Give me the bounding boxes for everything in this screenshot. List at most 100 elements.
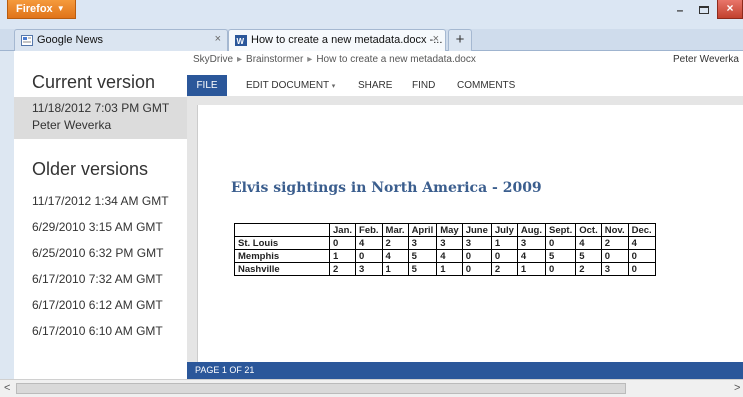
table-cell: 2 <box>381 236 409 250</box>
horizontal-scrollbar[interactable]: < > <box>0 379 743 397</box>
table-city-cell: Memphis <box>234 249 330 263</box>
find-menu[interactable]: FIND <box>412 75 435 96</box>
table-cell: 4 <box>627 236 656 250</box>
table-cell: 0 <box>600 249 629 263</box>
table-header-cell: May <box>436 223 463 237</box>
older-versions-list: 11/17/2012 1:34 AM GMT 6/29/2010 3:15 AM… <box>32 194 169 350</box>
older-version-item[interactable]: 11/17/2012 1:34 AM GMT <box>32 194 169 220</box>
breadcrumb-file: How to create a new metadata.docx <box>316 54 476 65</box>
table-cell: 0 <box>490 249 518 263</box>
table-header-cell: Nov. <box>600 223 629 237</box>
table-cell: 3 <box>436 236 463 250</box>
table-cell: 3 <box>461 236 492 250</box>
ribbon-menu: FILE EDIT DOCUMENT ▾ SHARE FIND COMMENTS <box>187 75 743 96</box>
document-heading: Elvis sightings in North America - 2009 <box>231 180 542 196</box>
table-header-cell: April <box>407 223 438 237</box>
table-cell: 3 <box>355 262 383 276</box>
minimize-button[interactable]: – <box>672 4 688 18</box>
table-cell: 4 <box>516 249 547 263</box>
firefox-menu-label: Firefox <box>16 3 53 15</box>
table-cell: 0 <box>544 262 577 276</box>
table-cell: 3 <box>600 262 629 276</box>
older-version-item[interactable]: 6/17/2010 6:12 AM GMT <box>32 298 169 324</box>
status-bar: PAGE 1 OF 21 <box>187 362 743 379</box>
share-menu[interactable]: SHARE <box>358 75 392 96</box>
table-cell: 1 <box>490 236 518 250</box>
table-row: Memphis 1 0 4 5 4 0 0 4 5 5 0 0 <box>234 249 656 263</box>
table-header-row: Jan. Feb. Mar. April May June July Aug. … <box>234 223 656 237</box>
document-area: SkyDrive ▸ Brainstormer ▸ How to create a ne… <box>187 51 743 379</box>
table-cell: 0 <box>627 249 656 263</box>
older-version-item[interactable]: 6/25/2010 6:32 PM GMT <box>32 246 169 272</box>
table-row: St. Louis 0 4 2 3 3 3 1 3 0 4 2 4 <box>234 236 656 250</box>
table-header-cell: Oct. <box>575 223 602 237</box>
table-header-cell: Dec. <box>627 223 656 237</box>
table-header-cell: Jan. <box>328 223 357 237</box>
table-cell: 1 <box>516 262 547 276</box>
tab-bar: Google News × W How to create a new meta… <box>0 29 743 51</box>
table-header-cell <box>234 223 330 237</box>
document-page: Elvis sightings in North America - 2009 … <box>197 105 743 362</box>
older-version-item[interactable]: 6/17/2010 7:32 AM GMT <box>32 272 169 298</box>
table-cell: 4 <box>436 249 463 263</box>
news-icon <box>21 35 33 46</box>
svg-text:W: W <box>237 37 245 46</box>
table-header-cell: Mar. <box>381 223 409 237</box>
table-cell: 0 <box>627 262 656 276</box>
new-tab-button[interactable]: + <box>448 29 472 51</box>
table-cell: 2 <box>328 262 357 276</box>
file-tab[interactable]: FILE <box>187 75 227 96</box>
scrollbar-thumb[interactable] <box>16 383 626 394</box>
older-version-item[interactable]: 6/29/2010 3:15 AM GMT <box>32 220 169 246</box>
table-cell: 2 <box>490 262 518 276</box>
table-cell: 4 <box>355 236 383 250</box>
user-name[interactable]: Peter Weverka <box>673 54 743 65</box>
table-header-cell: July <box>490 223 518 237</box>
scroll-right-icon[interactable]: > <box>734 382 740 394</box>
table-row: Nashville 2 3 1 5 1 0 2 1 0 2 3 0 <box>234 262 656 276</box>
table-cell: 3 <box>407 236 438 250</box>
table-cell: 0 <box>544 236 577 250</box>
breadcrumb-skydrive[interactable]: SkyDrive <box>193 54 233 65</box>
close-tab-icon[interactable]: × <box>215 33 221 45</box>
maximize-button[interactable] <box>696 3 712 17</box>
dropdown-arrow-icon: ▼ <box>56 4 65 13</box>
table-city-cell: Nashville <box>234 262 330 276</box>
tab-label: Google News <box>37 34 104 46</box>
table-cell: 3 <box>516 236 547 250</box>
table-cell: 0 <box>461 262 492 276</box>
maximize-icon <box>699 6 709 14</box>
scroll-left-icon[interactable]: < <box>4 382 10 394</box>
current-version-timestamp: 11/18/2012 7:03 PM GMT <box>32 101 170 115</box>
close-tab-icon[interactable]: × <box>433 33 439 45</box>
comments-menu[interactable]: COMMENTS <box>457 75 515 96</box>
table-cell: 5 <box>544 249 577 263</box>
breadcrumb-separator-icon: ▸ <box>237 54 243 65</box>
tab-document[interactable]: W How to create a new metadata.docx -...… <box>228 29 446 51</box>
breadcrumb-folder[interactable]: Brainstormer <box>246 54 303 65</box>
firefox-menu-button[interactable]: Firefox ▼ <box>7 0 76 19</box>
current-version-heading: Current version <box>32 72 156 92</box>
versions-panel: Current version 11/18/2012 7:03 PM GMT P… <box>14 51 187 379</box>
table-header-cell: Sept. <box>544 223 577 237</box>
close-window-button[interactable]: × <box>717 0 743 19</box>
table-cell: 1 <box>436 262 463 276</box>
breadcrumb: SkyDrive ▸ Brainstormer ▸ How to create a ne… <box>193 54 476 65</box>
edit-document-label: EDIT DOCUMENT <box>246 80 329 91</box>
table-header-cell: Feb. <box>355 223 383 237</box>
tab-google-news[interactable]: Google News × <box>14 29 228 51</box>
current-version-author: Peter Weverka <box>32 118 112 132</box>
table-cell: 4 <box>575 236 602 250</box>
table-cell: 4 <box>381 249 409 263</box>
dropdown-arrow-icon: ▾ <box>331 83 336 90</box>
table-header-cell: Aug. <box>516 223 547 237</box>
sightings-table: Jan. Feb. Mar. April May June July Aug. … <box>234 223 656 276</box>
older-versions-heading: Older versions <box>32 159 149 179</box>
current-version-item[interactable]: 11/18/2012 7:03 PM GMT Peter Weverka <box>14 97 187 139</box>
edit-document-menu[interactable]: EDIT DOCUMENT ▾ <box>246 75 335 96</box>
table-cell: 1 <box>328 249 357 263</box>
older-version-item[interactable]: 6/17/2010 6:10 AM GMT <box>32 324 169 350</box>
table-cell: 0 <box>328 236 357 250</box>
table-cell: 0 <box>461 249 492 263</box>
table-cell: 2 <box>600 236 629 250</box>
